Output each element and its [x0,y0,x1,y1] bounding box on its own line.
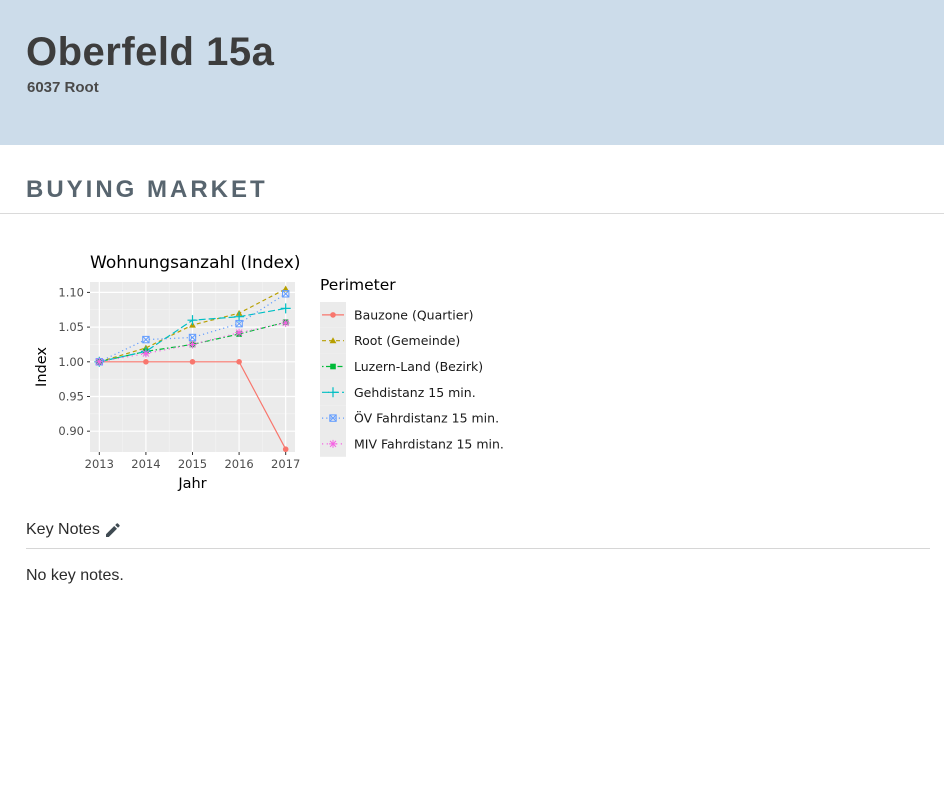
line-chart: 0.90 0.95 1.00 1.05 1.10 2013 2014 2015 2016 2017… [34,253,504,492]
legend-key-marker [329,439,337,448]
legend-label: Gehdistanz 15 min. [354,385,476,400]
data-point [281,318,290,327]
chart-container: 0.90 0.95 1.00 1.05 1.10 2013 2014 2015 2016 2017… [20,240,520,500]
legend-label: Luzern-Land (Bezirk) [354,359,483,374]
data-point [143,358,149,365]
x-tick-label: 2016 [224,457,253,471]
key-notes-divider [26,548,930,549]
y-tick-label: 0.90 [58,424,84,438]
key-notes-empty: No key notes. [26,567,124,584]
address-subtitle: 6037 Root [27,79,99,96]
y-axis-label: Index [34,347,50,387]
x-tick-label: 2014 [131,457,160,471]
key-notes-label: Key Notes [26,521,100,538]
data-point [235,328,244,337]
page-title: Oberfeld 15a [26,30,275,74]
x-tick-label: 2015 [178,457,207,471]
data-point [236,358,242,365]
y-tick-label: 1.05 [58,320,84,334]
data-point [95,357,104,366]
data-point [141,349,150,358]
legend-label: Bauzone (Quartier) [354,307,473,322]
y-tick-label: 1.00 [58,355,84,369]
y-tick-label: 1.10 [58,285,84,299]
legend-label: Root (Gemeinde) [354,333,460,348]
legend-label: MIV Fahrdistanz 15 min. [354,436,504,451]
page-header: Oberfeld 15a 6037 Root [0,0,944,145]
legend-label: ÖV Fahrdistanz 15 min. [354,410,499,426]
x-axis-label: Jahr [177,476,206,492]
data-point [188,340,197,349]
chart-title: Wohnungsanzahl (Index) [90,253,300,273]
y-tick-label: 0.95 [58,389,84,403]
legend-key-marker [330,312,336,318]
legend-title: Perimeter [320,276,396,294]
x-tick-label: 2013 [85,457,114,471]
pencil-icon[interactable] [104,521,122,539]
x-tick-label: 2017 [271,457,300,471]
legend-key-marker [330,363,336,370]
data-point [282,446,289,453]
section-title: BUYING MARKET [26,176,268,203]
data-point [189,358,196,365]
section-divider [0,213,944,214]
